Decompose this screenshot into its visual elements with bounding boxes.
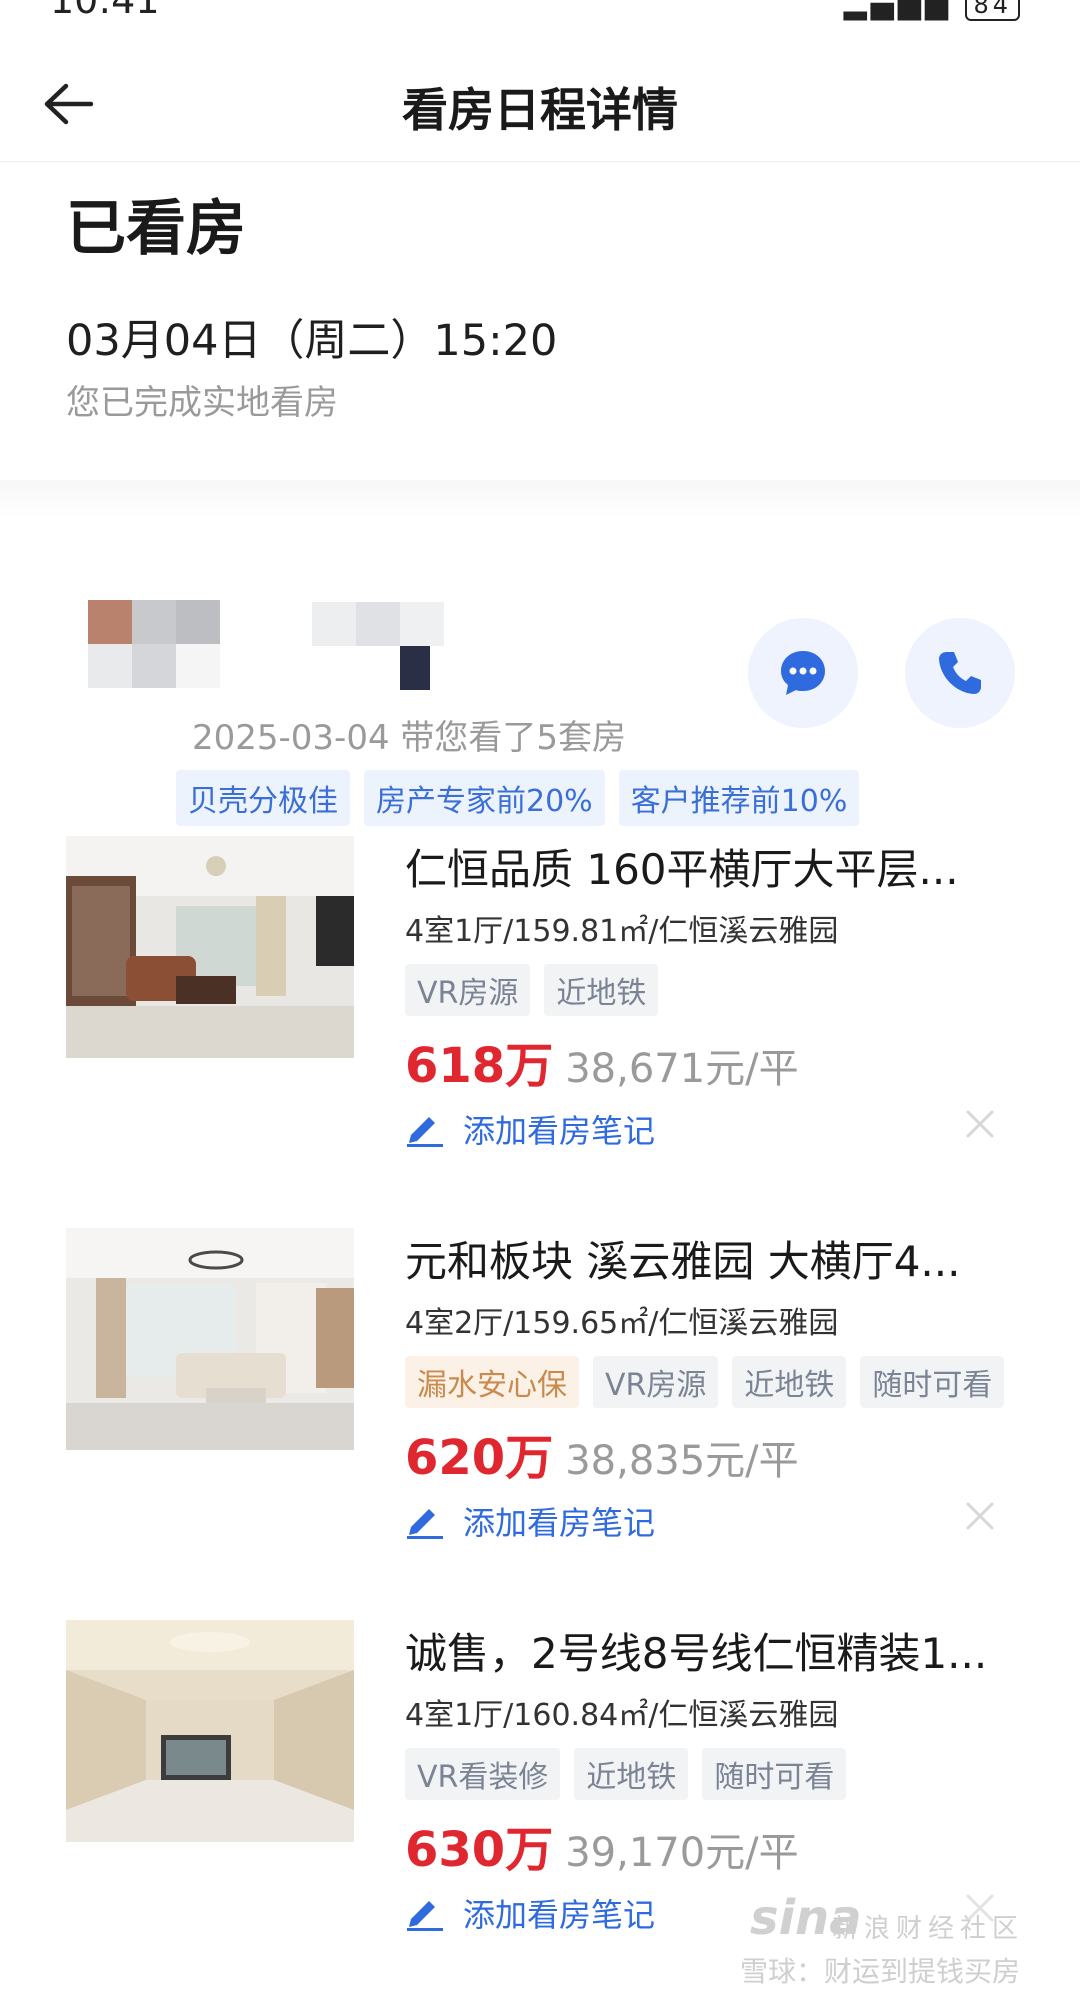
listing-title[interactable]: 诚售，2号线8号线仁恒精装1... [405, 1620, 1005, 1681]
add-note-button[interactable]: 添加看房笔记 [405, 1498, 655, 1544]
status-bar: 10:41 ▂▄▆█ 84 [0, 0, 1080, 26]
agent-tag: 房产专家前20% [364, 770, 605, 826]
battery-icon: 84 [965, 0, 1020, 21]
unit-price: 38,671元/平 [565, 1046, 799, 1092]
listing-tag: VR看装修 [405, 1748, 561, 1800]
listing-photo[interactable] [66, 1620, 354, 1842]
watermark-line2: 雪球：财运到提钱买房 [740, 1955, 1021, 1988]
living-room-image [66, 836, 354, 1058]
call-button[interactable] [905, 618, 1015, 728]
total-price: 630万 [405, 1822, 554, 1878]
agent-tag: 贝壳分极佳 [176, 770, 350, 826]
listing-title[interactable]: 元和板块 溪云雅园 大横厅4... [405, 1228, 1005, 1289]
listing-tag: 漏水安心保 [405, 1356, 579, 1408]
pencil-icon [407, 1509, 443, 1539]
listing-photo[interactable] [66, 1228, 354, 1450]
add-note-label: 添加看房笔记 [463, 1112, 656, 1150]
watermark: sina 新浪财经社区 雪球：财运到提钱买房 [720, 1890, 1060, 2000]
listing-tag: 随时可看 [860, 1356, 1005, 1408]
add-note-label: 添加看房笔记 [463, 1896, 656, 1934]
watermark-line1: 新浪财经社区 [832, 1914, 1025, 1944]
listing-spec: 4室1厅/159.81㎡/仁恒溪云雅园 [405, 914, 839, 949]
chat-bubble-icon [781, 651, 825, 695]
listing-title[interactable]: 仁恒品质 160平横厅大平层... [405, 836, 1005, 897]
add-note-button[interactable]: 添加看房笔记 [405, 1106, 655, 1152]
listing-tag: VR房源 [405, 964, 531, 1016]
phone-icon [939, 652, 981, 694]
listing-card[interactable]: 元和板块 溪云雅园 大横厅4... 4室2厅/159.65㎡/仁恒溪云雅园 漏水… [0, 1228, 1080, 1588]
total-price: 618万 [405, 1038, 554, 1094]
visit-note: 您已完成实地看房 [66, 383, 338, 423]
living-room-image [66, 1228, 354, 1450]
listing-card[interactable]: 仁恒品质 160平横厅大平层... 4室1厅/159.81㎡/仁恒溪云雅园 VR… [0, 836, 1080, 1196]
listing-price: 618万 38,671元/平 [405, 1026, 799, 1096]
agent-avatar[interactable] [88, 600, 224, 690]
close-icon[interactable] [960, 1496, 1000, 1536]
living-room-image [66, 1620, 354, 1842]
unit-price: 38,835元/平 [565, 1438, 799, 1484]
add-note-label: 添加看房笔记 [463, 1504, 656, 1542]
total-price: 620万 [405, 1430, 554, 1486]
listing-tags: VR房源 近地铁 [405, 964, 659, 1016]
listing-price: 620万 38,835元/平 [405, 1418, 799, 1488]
listing-tags: 漏水安心保 VR房源 近地铁 随时可看 [405, 1356, 1005, 1408]
agent-name-blurred [312, 602, 482, 692]
visit-status-title: 已看房 [66, 194, 246, 264]
page-title: 看房日程详情 [402, 83, 678, 137]
listing-tag: 随时可看 [702, 1748, 847, 1800]
agent-tags: 贝壳分极佳 房产专家前20% 客户推荐前10% [176, 770, 860, 826]
visit-summary: 2025-03-04 带您看了5套房 [192, 718, 627, 758]
header: 看房日程详情 [0, 26, 1080, 162]
visit-time: 03月04日（周二）15:20 [66, 316, 558, 366]
status-time: 10:41 [50, 0, 160, 22]
listing-spec: 4室1厅/160.84㎡/仁恒溪云雅园 [405, 1698, 839, 1733]
agent-tag: 客户推荐前10% [618, 770, 860, 826]
section-divider [0, 480, 1080, 518]
close-icon[interactable] [960, 1104, 1000, 1144]
pencil-icon [407, 1901, 443, 1931]
chat-button[interactable] [748, 618, 858, 728]
add-note-button[interactable]: 添加看房笔记 [405, 1890, 655, 1936]
listing-tag: 近地铁 [574, 1748, 689, 1800]
listing-spec: 4室2厅/159.65㎡/仁恒溪云雅园 [405, 1306, 839, 1341]
unit-price: 39,170元/平 [565, 1830, 799, 1876]
pencil-icon [407, 1117, 443, 1147]
listing-tag: VR房源 [593, 1356, 719, 1408]
listing-photo[interactable] [66, 836, 354, 1058]
status-icons: ▂▄▆█ 84 [844, 0, 1020, 21]
signal-icon: ▂▄▆█ [843, 0, 952, 21]
listing-tag: 近地铁 [732, 1356, 847, 1408]
listing-tags: VR看装修 近地铁 随时可看 [405, 1748, 847, 1800]
listing-tag: 近地铁 [544, 964, 659, 1016]
listing-price: 630万 39,170元/平 [405, 1810, 799, 1880]
